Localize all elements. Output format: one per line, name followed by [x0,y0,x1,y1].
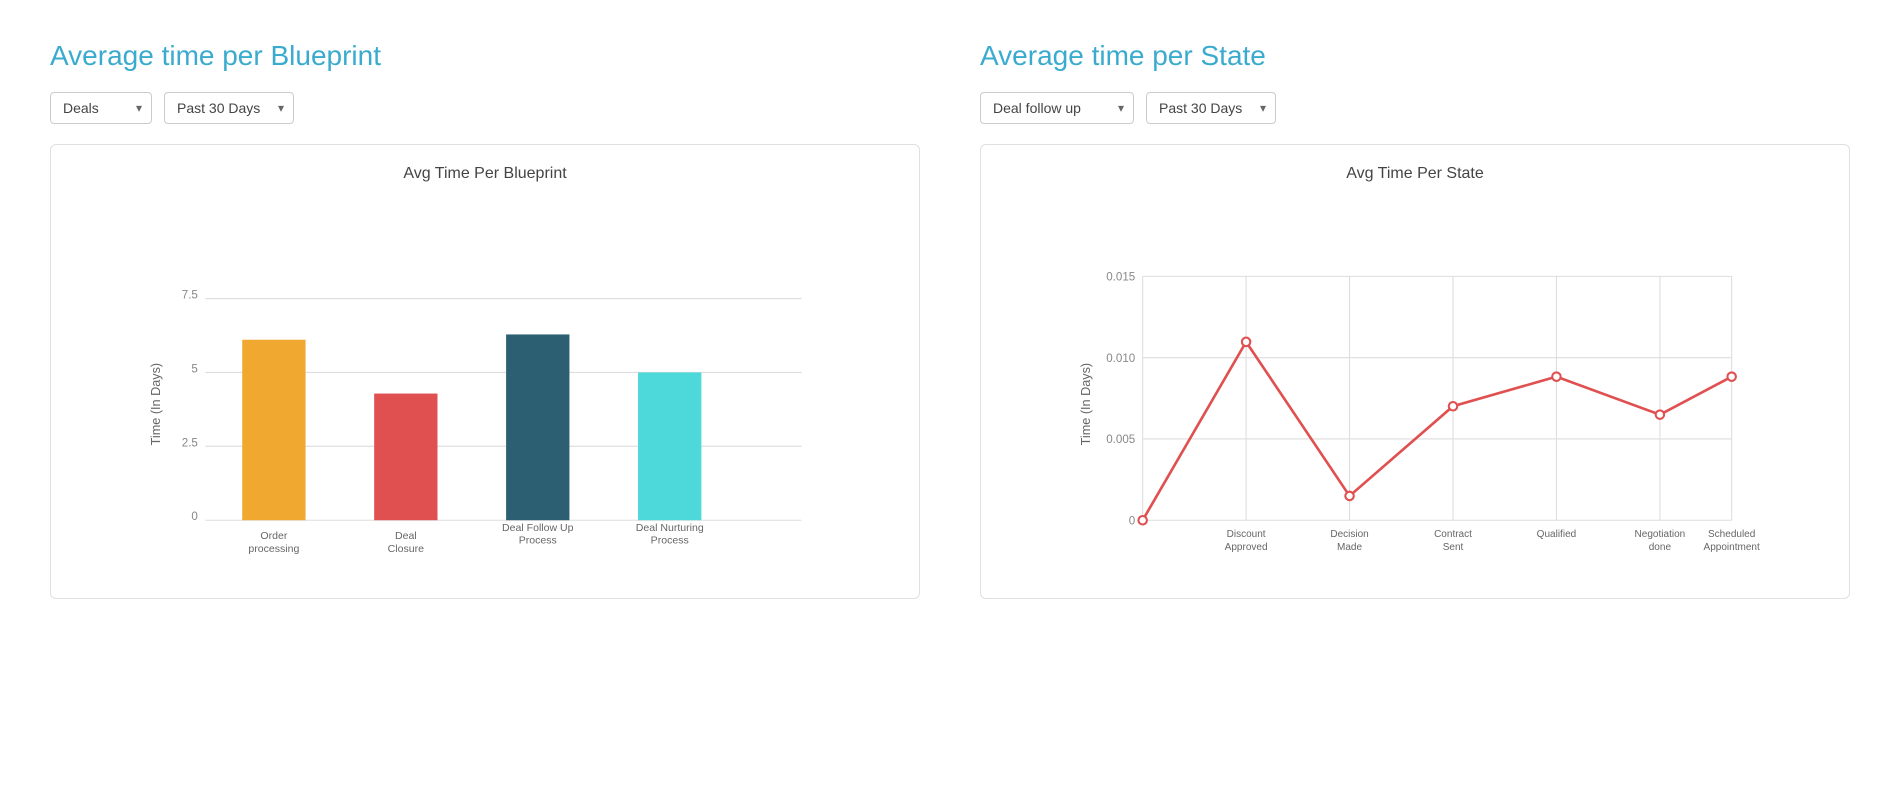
line-xlabel-1: Discount [1227,529,1266,540]
right-dropdown1-wrapper: Deal follow up Order processing Deal Clo… [980,92,1134,124]
line-xlabel-6b: Appointment [1704,542,1760,553]
line-ytick-0: 0 [1129,514,1135,527]
right-panel-title: Average time per State [980,40,1850,72]
line-ytick-010: 0.010 [1106,352,1135,365]
left-dropdown2[interactable]: Past 30 Days Past 7 Days Past 90 Days [164,92,294,124]
point-3 [1449,402,1457,410]
line-ytick-005: 0.005 [1106,433,1135,446]
bar-xlabel-2b: Closure [388,543,424,555]
right-controls: Deal follow up Order processing Deal Clo… [980,92,1850,124]
bar-deal-followup [506,334,569,520]
right-chart-container: Avg Time Per State Time (In Days) 0 0.00… [980,144,1850,599]
left-dropdown1-wrapper: Deals Contacts Leads [50,92,152,124]
line-y-label: Time (In Days) [1079,363,1093,446]
bar-xlabel-4b: Process [651,534,689,546]
line-xlabel-5b: done [1649,542,1672,553]
bar-xlabel-1: Order [260,530,287,542]
left-controls: Deals Contacts Leads Past 30 Days Past 7… [50,92,920,124]
line-ytick-015: 0.015 [1106,271,1135,284]
bar-y-label: Time (In Days) [149,363,163,446]
point-6 [1727,372,1735,380]
right-chart-title: Avg Time Per State [1001,165,1829,183]
bar-ytick-0: 0 [191,510,197,523]
left-panel: Average time per Blueprint Deals Contact… [50,40,920,599]
line-xlabel-3b: Sent [1443,542,1464,553]
right-dropdown2-wrapper: Past 30 Days Past 7 Days Past 90 Days [1146,92,1276,124]
right-dropdown2[interactable]: Past 30 Days Past 7 Days Past 90 Days [1146,92,1276,124]
left-dropdown1[interactable]: Deals Contacts Leads [50,92,152,124]
bar-deal-closure [374,394,437,521]
line-xlabel-4: Qualified [1537,529,1577,540]
dashboard: Average time per Blueprint Deals Contact… [50,40,1850,599]
bar-chart-svg: Time (In Days) 0 2.5 5 7.5 [71,193,899,573]
bar-xlabel-4: Deal Nurturing [636,522,704,534]
line-xlabel-5: Negotiation [1635,529,1686,540]
line-xlabel-6: Scheduled [1708,529,1755,540]
bar-ytick-25: 2.5 [182,436,198,449]
point-0 [1138,516,1146,524]
bar-xlabel-2: Deal [395,530,417,542]
bar-ytick-75: 7.5 [182,289,198,302]
line-chart-path [1143,342,1732,520]
point-4 [1552,372,1560,380]
bar-xlabel-3: Deal Follow Up [502,522,574,534]
point-1 [1242,338,1250,346]
left-dropdown2-wrapper: Past 30 Days Past 7 Days Past 90 Days [164,92,294,124]
line-xlabel-2b: Made [1337,542,1362,553]
line-xlabel-3: Contract [1434,529,1472,540]
bar-xlabel-3b: Process [519,534,557,546]
left-panel-title: Average time per Blueprint [50,40,920,72]
line-xlabel-1b: Approved [1225,542,1268,553]
right-panel: Average time per State Deal follow up Or… [980,40,1850,599]
bar-ytick-5: 5 [191,362,197,375]
bar-order-processing [242,340,305,521]
right-dropdown1[interactable]: Deal follow up Order processing Deal Clo… [980,92,1134,124]
point-2 [1345,492,1353,500]
line-chart-svg: Time (In Days) 0 0.005 0.010 0.015 [1001,193,1829,573]
bar-deal-nurturing [638,372,701,520]
point-5 [1656,410,1664,418]
left-chart-title: Avg Time Per Blueprint [71,165,899,183]
bar-xlabel-1b: processing [248,543,299,555]
line-xlabel-2: Decision [1330,529,1368,540]
left-chart-container: Avg Time Per Blueprint Time (In Days) 0 … [50,144,920,599]
